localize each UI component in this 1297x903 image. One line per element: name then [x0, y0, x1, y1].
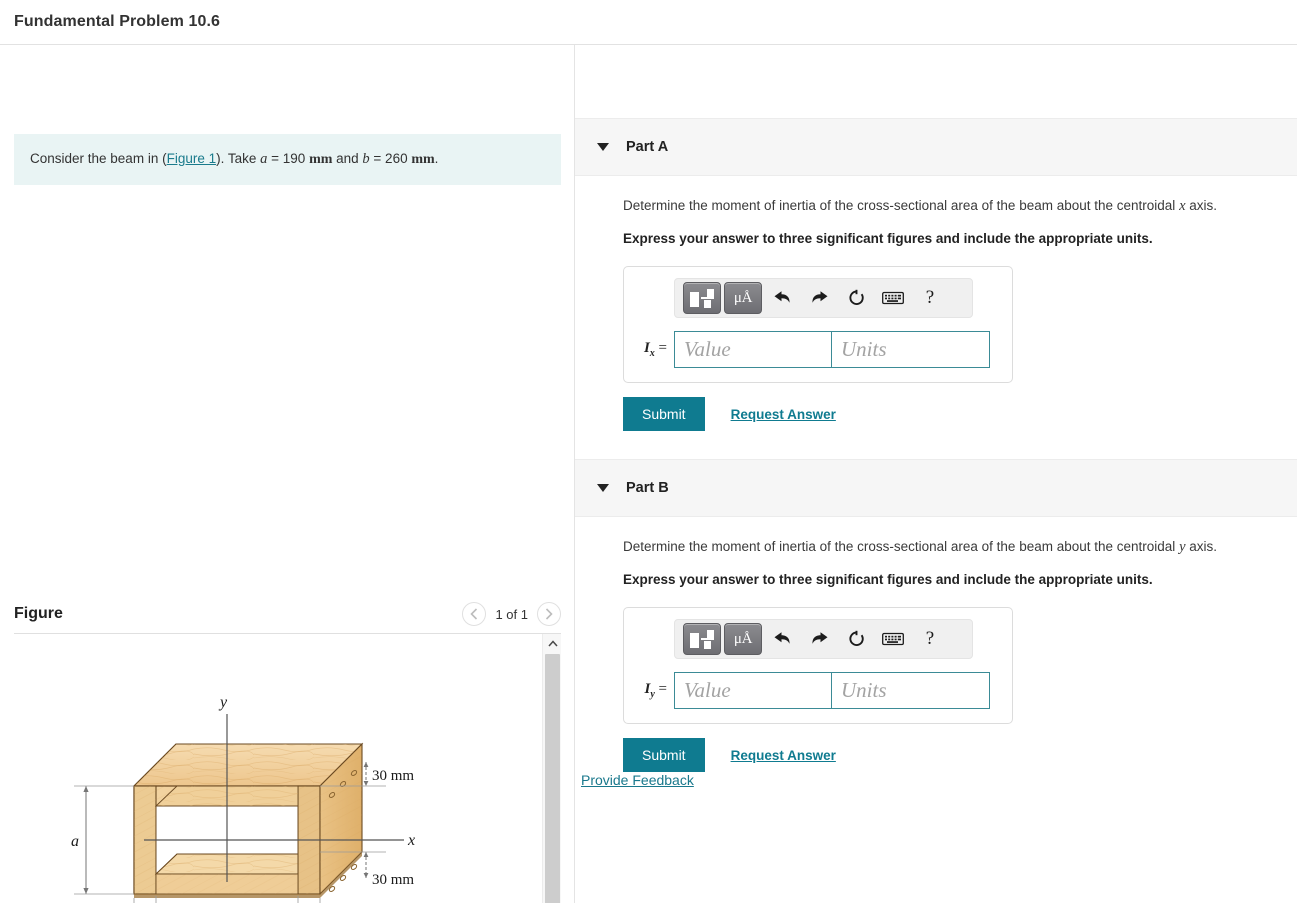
- part-b-units-placeholder: Units: [841, 678, 887, 702]
- part-b-units-input[interactable]: Units: [832, 672, 990, 709]
- undo-arrow-icon[interactable]: [765, 282, 799, 314]
- part-b-value-placeholder: Value: [684, 678, 731, 702]
- part-b-label: Part B: [626, 480, 669, 496]
- caret-down-icon[interactable]: [597, 143, 609, 151]
- help-label: ?: [925, 628, 935, 649]
- problem-statement: Consider the beam in (Figure 1). Take a …: [14, 134, 561, 186]
- chevron-up-icon: [547, 639, 558, 646]
- part-b-header[interactable]: Part B: [575, 459, 1297, 517]
- part-a-question: Determine the moment of inertia of the c…: [623, 197, 1297, 215]
- figure-y-axis-label: y: [218, 694, 228, 711]
- part-b-question-tail: axis.: [1185, 539, 1218, 554]
- footer: Provide Feedback: [575, 772, 1297, 790]
- keyboard-icon[interactable]: [876, 623, 910, 655]
- figure-a-label: a: [71, 833, 79, 850]
- redo-arrow-icon[interactable]: [802, 282, 836, 314]
- part-b-value-input[interactable]: Value: [674, 672, 832, 709]
- unit-mm-1: mm: [309, 152, 333, 167]
- page-title: Fundamental Problem 10.6: [14, 13, 221, 30]
- redo-arrow-icon[interactable]: [802, 623, 836, 655]
- part-b-question-text: Determine the moment of inertia of the c…: [623, 539, 1180, 554]
- page-body: Consider the beam in (Figure 1). Take a …: [0, 45, 1297, 903]
- scrollbar-thumb[interactable]: [545, 654, 560, 903]
- left-pane: Consider the beam in (Figure 1). Take a …: [0, 45, 575, 903]
- keyboard-icon[interactable]: [876, 282, 910, 314]
- figure-top-flange-dim: 30 mm: [372, 768, 414, 784]
- chevron-right-icon: [545, 608, 553, 620]
- figure-next-button[interactable]: [537, 602, 561, 626]
- statement-mid: ). Take: [216, 151, 261, 166]
- part-b-answer-box: μÅ ? Iy = Value Units: [623, 607, 1013, 724]
- figure-navigation: 1 of 1: [462, 602, 561, 626]
- statement-and: and: [332, 151, 363, 166]
- figure-1-link[interactable]: Figure 1: [167, 151, 217, 166]
- part-a-units-input[interactable]: Units: [832, 331, 990, 368]
- provide-feedback-link[interactable]: Provide Feedback: [581, 772, 694, 788]
- figure-x-axis-label: x: [407, 832, 415, 849]
- help-question-icon[interactable]: ?: [913, 282, 947, 314]
- part-b-request-answer-link[interactable]: Request Answer: [731, 748, 836, 763]
- math-template-icon[interactable]: [683, 282, 721, 314]
- part-a-instruction: Express your answer to three significant…: [623, 231, 1153, 247]
- part-a-question-tail: axis.: [1185, 198, 1218, 213]
- reset-circular-arrow-icon[interactable]: [839, 623, 873, 655]
- part-b-answer-label: Iy =: [644, 681, 667, 700]
- figure-title: Figure: [14, 605, 63, 622]
- micro-angstrom-units-icon[interactable]: μÅ: [724, 623, 762, 655]
- figure-header: Figure 1 of 1: [14, 595, 561, 633]
- part-a-actions: Submit Request Answer: [623, 397, 1297, 431]
- figure-scrollbar[interactable]: [542, 634, 561, 903]
- part-a-value-placeholder: Value: [684, 337, 731, 361]
- part-a-body: Determine the moment of inertia of the c…: [575, 197, 1297, 431]
- chevron-left-icon: [470, 608, 478, 620]
- units-button-label: μÅ: [733, 289, 753, 306]
- statement-end: .: [434, 151, 439, 166]
- part-b-actions: Submit Request Answer: [623, 738, 1297, 772]
- part-b-question: Determine the moment of inertia of the c…: [623, 538, 1297, 556]
- part-b-answer-row: Iy = Value Units: [636, 672, 1000, 709]
- figure-image: y x a 30 mm 30 mm: [14, 634, 542, 903]
- part-a-label: Part A: [626, 139, 669, 155]
- part-a-question-text: Determine the moment of inertia of the c…: [623, 198, 1180, 213]
- scroll-up-button[interactable]: [543, 634, 561, 652]
- box-beam-diagram: y x a 30 mm 30 mm: [71, 694, 415, 903]
- micro-angstrom-units-icon[interactable]: μÅ: [724, 282, 762, 314]
- statement-eq2: = 260: [369, 151, 412, 166]
- unit-mm-2: mm: [411, 152, 435, 167]
- units-button-label: μÅ: [733, 630, 753, 647]
- part-a-answer-row: Ix = Value Units: [636, 331, 1000, 368]
- figure-count-label: 1 of 1: [495, 606, 528, 622]
- part-a-math-toolbar: μÅ ?: [674, 278, 973, 318]
- part-a-value-input[interactable]: Value: [674, 331, 832, 368]
- part-b-math-toolbar: μÅ ?: [674, 619, 973, 659]
- undo-arrow-icon[interactable]: [765, 623, 799, 655]
- app-header: Fundamental Problem 10.6: [0, 0, 1297, 45]
- part-a-request-answer-link[interactable]: Request Answer: [731, 407, 836, 422]
- statement-eq1: = 190: [267, 151, 310, 166]
- figure-bottom-flange-dim: 30 mm: [372, 872, 414, 888]
- part-a-units-placeholder: Units: [841, 337, 887, 361]
- statement-lead: Consider the beam in (: [30, 151, 167, 166]
- variable-b: b: [362, 151, 370, 167]
- math-template-icon[interactable]: [683, 623, 721, 655]
- help-label: ?: [925, 287, 935, 308]
- figure-prev-button[interactable]: [462, 602, 487, 626]
- part-b-body: Determine the moment of inertia of the c…: [575, 538, 1297, 772]
- part-a-answer-box: μÅ ? Ix = Value Units: [623, 266, 1013, 383]
- reset-circular-arrow-icon[interactable]: [839, 282, 873, 314]
- part-a-header[interactable]: Part A: [575, 118, 1297, 176]
- part-b-submit-button[interactable]: Submit: [623, 738, 705, 772]
- part-a-submit-button[interactable]: Submit: [623, 397, 705, 431]
- part-a-answer-label: Ix =: [643, 340, 667, 359]
- figure-viewport: y x a 30 mm 30 mm: [14, 634, 561, 903]
- caret-down-icon[interactable]: [597, 484, 609, 492]
- help-question-icon[interactable]: ?: [913, 623, 947, 655]
- part-b-instruction: Express your answer to three significant…: [623, 572, 1153, 588]
- right-pane: Part A Determine the moment of inertia o…: [575, 45, 1297, 903]
